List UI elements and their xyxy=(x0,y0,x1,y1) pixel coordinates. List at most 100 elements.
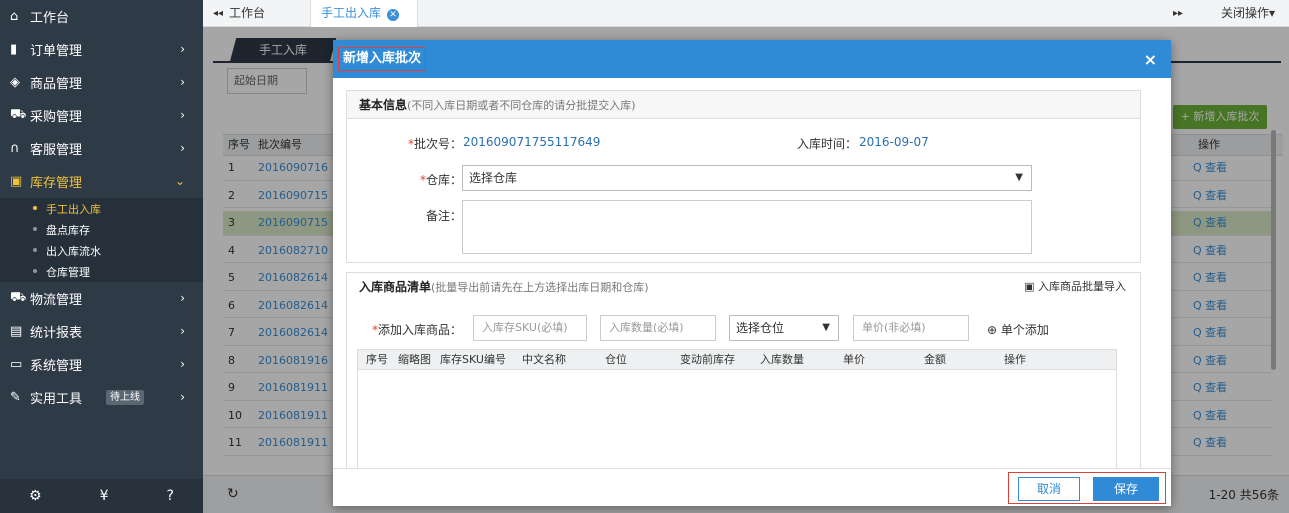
tab-label: 手工出入库 xyxy=(321,6,382,20)
tab-bar: ◂◂ 工作台 手工出入库 ✕ ▸▸ 关闭操作▾ xyxy=(203,0,1289,27)
goods-grid-body xyxy=(357,369,1117,469)
sku-input[interactable]: 入库存SKU(必填) xyxy=(473,315,587,341)
sidebar-item-report[interactable]: ▤ 统计报表 › xyxy=(0,315,203,348)
chevron-icon: ⌄ xyxy=(174,174,185,188)
close-tab-icon[interactable]: ✕ xyxy=(387,9,400,21)
save-button[interactable]: 保存 xyxy=(1093,477,1159,501)
sidebar-subitem[interactable]: 出入库流水 xyxy=(0,240,203,261)
price-input[interactable]: 单价(非必填) xyxy=(853,315,969,341)
goods-list-panel: 入库商品清单(批量导出前请先在上方选择出库日期和仓库) ▣ 入库商品批量导入 *… xyxy=(346,272,1141,472)
back-icon[interactable]: ◂◂ xyxy=(213,0,223,27)
goods-list-title: 入库商品清单 xyxy=(359,280,432,294)
sidebar-subitem[interactable]: 盘点库存 xyxy=(0,219,203,240)
box-icon: ▣ xyxy=(10,174,23,189)
remark-textarea[interactable] xyxy=(462,200,1032,254)
tab-home[interactable]: 工作台 xyxy=(229,0,265,27)
cart-icon: ⛟ xyxy=(10,107,27,122)
goods-grid-header: 序号 缩略图 库存SKU编号 中文名称 仓位 变动前库存 入库数量 单价 金额 … xyxy=(357,349,1117,370)
grid-col: 中文名称 xyxy=(522,353,566,366)
home-icon: ⌂ xyxy=(10,9,19,24)
basic-info-note: (不同入库日期或者不同仓库的请分批提交入库) xyxy=(407,99,636,112)
grid-col: 金额 xyxy=(924,353,946,366)
import-icon: ▣ xyxy=(1024,280,1038,293)
warehouse-select[interactable]: 选择仓库 ▼ xyxy=(462,165,1032,191)
sidebar-item-label: 订单管理 xyxy=(30,44,83,59)
grid-col: 变动前库存 xyxy=(680,353,735,366)
grid-col: 仓位 xyxy=(605,353,627,366)
sidebar: ⌂ 工作台 ▮ 订单管理 › ◈ 商品管理 › ⛟ 采购管理 › ∩ 客服管理 › ▣ 库存管理 ⌄ 手工出入库盘… xyxy=(0,0,203,513)
basic-info-title: 基本信息 xyxy=(359,98,408,112)
quantity-input[interactable]: 入库数量(必填) xyxy=(600,315,716,341)
truck-icon: ⛟ xyxy=(10,290,27,305)
chevron-icon: › xyxy=(180,291,185,305)
sidebar-footer: ⚙ ¥ ? xyxy=(0,479,203,513)
close-icon[interactable]: × xyxy=(1144,50,1157,69)
sidebar-subitem[interactable]: 仓库管理 xyxy=(0,261,203,282)
dropdown-arrow-icon: ▼ xyxy=(822,322,830,333)
sidebar-item-wrench[interactable]: ✎ 实用工具 待上线 › xyxy=(0,381,203,414)
sidebar-item-headset[interactable]: ∩ 客服管理 › xyxy=(0,132,203,165)
sidebar-item-label: 商品管理 xyxy=(30,77,83,92)
wrench-icon: ✎ xyxy=(10,390,21,405)
remark-label: 备注： xyxy=(425,209,462,223)
sidebar-item-label: 工作台 xyxy=(30,11,70,26)
report-icon: ▤ xyxy=(10,324,23,339)
basic-info-header: 基本信息(不同入库日期或者不同仓库的请分批提交入库) xyxy=(347,91,1140,119)
grid-col: 入库数量 xyxy=(760,353,804,366)
grid-col: 操作 xyxy=(1004,353,1026,366)
batch-no-label: *批次号： xyxy=(407,137,462,151)
location-select[interactable]: 选择仓位 ▼ xyxy=(729,315,839,341)
sidebar-item-label: 库存管理 xyxy=(30,176,83,191)
plus-circle-icon: ⊕ xyxy=(987,323,1001,337)
close-ops-button[interactable]: 关闭操作▾ xyxy=(1221,0,1275,27)
sidebar-item-truck[interactable]: ⛟ 物流管理 › xyxy=(0,282,203,315)
sidebar-subitem[interactable]: 手工出入库 xyxy=(0,198,203,219)
sidebar-item-cart[interactable]: ⛟ 采购管理 › xyxy=(0,99,203,132)
clipboard-icon: ▮ xyxy=(10,42,18,57)
chevron-icon: › xyxy=(180,141,185,155)
batch-no-value: 201609071755117649 xyxy=(463,135,601,149)
forward-icon[interactable]: ▸▸ xyxy=(1173,0,1183,27)
sidebar-item-label: 采购管理 xyxy=(30,110,83,125)
monitor-icon: ▭ xyxy=(10,357,23,372)
dialog-title: 新增入库批次 xyxy=(338,47,427,71)
sidebar-item-home[interactable]: ⌂ 工作台 xyxy=(0,0,203,33)
grid-col: 序号 xyxy=(366,353,388,366)
grid-col: 单价 xyxy=(843,353,865,366)
yen-icon[interactable]: ¥ xyxy=(100,488,109,504)
tab-manual-io[interactable]: 手工出入库 ✕ xyxy=(310,0,418,27)
time-label: 入库时间： xyxy=(796,137,857,151)
warehouse-label: *仓库： xyxy=(419,173,462,187)
sidebar-item-label: 统计报表 xyxy=(30,326,83,341)
goods-list-header: 入库商品清单(批量导出前请先在上方选择出库日期和仓库) ▣ 入库商品批量导入 xyxy=(347,273,1140,301)
sidebar-item-label: 物流管理 xyxy=(30,293,83,308)
add-goods-label: *添加入库商品： xyxy=(371,323,462,337)
time-value: 2016-09-07 xyxy=(859,135,929,149)
chevron-icon: › xyxy=(180,390,185,404)
dialog-footer: 取消 保存 xyxy=(333,468,1171,506)
sidebar-item-box[interactable]: ▣ 库存管理 ⌄ xyxy=(0,165,203,198)
chevron-icon: › xyxy=(180,357,185,371)
chevron-icon: › xyxy=(180,108,185,122)
sidebar-item-clipboard[interactable]: ▮ 订单管理 › xyxy=(0,33,203,66)
chevron-icon: › xyxy=(180,42,185,56)
grid-col: 库存SKU编号 xyxy=(440,353,506,366)
add-batch-dialog: 新增入库批次 × 基本信息(不同入库日期或者不同仓库的请分批提交入库) *批次号… xyxy=(333,40,1171,506)
sidebar-item-label: 系统管理 xyxy=(30,359,83,374)
sidebar-item-label: 实用工具 xyxy=(30,392,83,407)
headset-icon: ∩ xyxy=(10,141,20,156)
goods-icon: ◈ xyxy=(10,75,20,90)
status-badge: 待上线 xyxy=(106,390,145,405)
sidebar-item-goods[interactable]: ◈ 商品管理 › xyxy=(0,66,203,99)
gear-icon[interactable]: ⚙ xyxy=(29,488,42,504)
help-icon[interactable]: ? xyxy=(167,488,174,504)
sidebar-item-monitor[interactable]: ▭ 系统管理 › xyxy=(0,348,203,381)
dialog-header: 新增入库批次 × xyxy=(333,40,1171,78)
goods-list-note: (批量导出前请先在上方选择出库日期和仓库) xyxy=(431,281,649,294)
batch-import-button[interactable]: ▣ 入库商品批量导入 xyxy=(1024,273,1126,301)
sidebar-item-label: 客服管理 xyxy=(30,143,83,158)
single-add-button[interactable]: ⊕ 单个添加 xyxy=(987,321,1049,338)
footer-highlight-box: 取消 保存 xyxy=(1008,472,1166,504)
cancel-button[interactable]: 取消 xyxy=(1018,477,1080,501)
basic-info-panel: 基本信息(不同入库日期或者不同仓库的请分批提交入库) *批次号： 2016090… xyxy=(346,90,1141,263)
